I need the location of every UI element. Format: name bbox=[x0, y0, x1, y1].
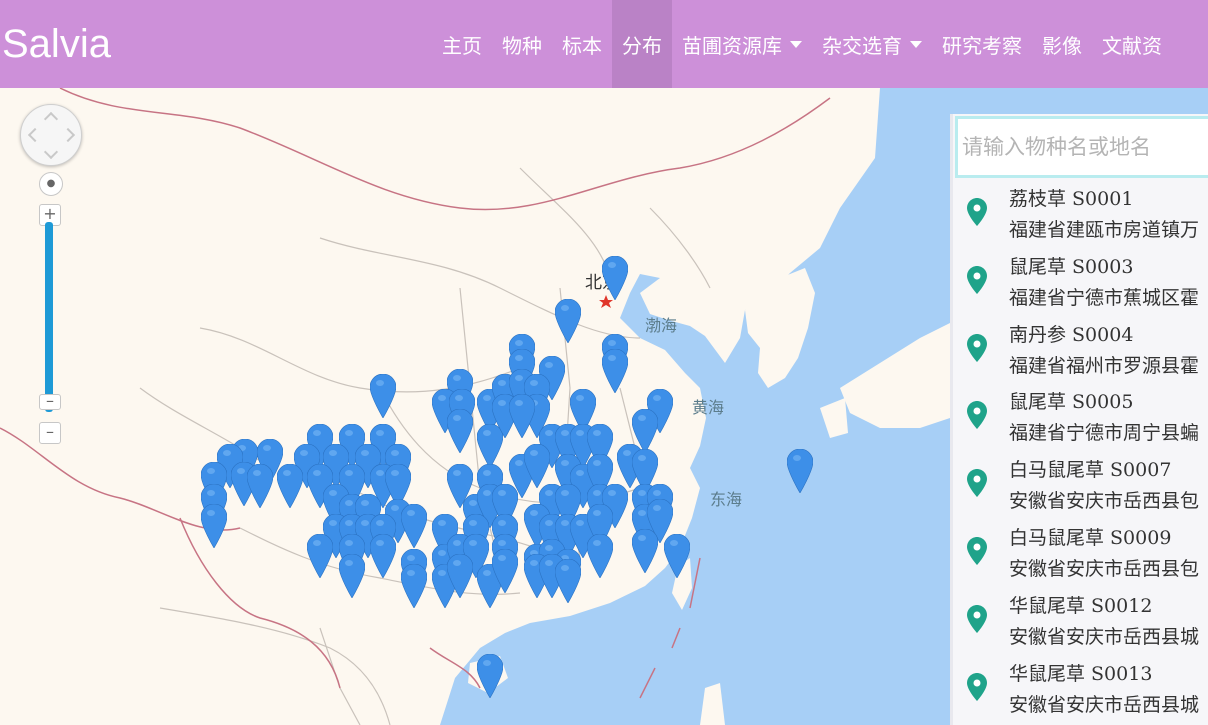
list-item[interactable]: 白马鼠尾草 S0007 安徽省安庆市岳西县包 bbox=[953, 451, 1208, 519]
species-location: 安徽省安庆市岳西县城 bbox=[1009, 625, 1200, 648]
location-marker-icon bbox=[967, 401, 987, 430]
chevron-down-icon bbox=[910, 40, 922, 48]
nav-item-distribution[interactable]: 分布 bbox=[612, 0, 672, 88]
map-pin-icon[interactable] bbox=[602, 256, 628, 300]
pan-down-icon[interactable] bbox=[43, 144, 59, 160]
nav-label: 文献资 bbox=[1102, 33, 1162, 58]
brand-logo[interactable]: Salvia bbox=[2, 18, 111, 70]
nav-label: 标本 bbox=[562, 33, 602, 58]
nav-label: 分布 bbox=[622, 33, 662, 58]
nav-label: 主页 bbox=[442, 33, 482, 58]
nav-item-images[interactable]: 影像 bbox=[1032, 0, 1092, 88]
pan-up-icon[interactable] bbox=[43, 111, 59, 127]
label-donghai: 东海 bbox=[710, 490, 743, 509]
zoom-slider-handle[interactable]: – bbox=[39, 393, 61, 410]
list-item[interactable]: 鼠尾草 S0003 福建省宁德市蕉城区霍 bbox=[953, 248, 1208, 316]
location-marker-icon bbox=[967, 469, 987, 498]
species-location: 安徽省安庆市岳西县包 bbox=[1009, 490, 1200, 513]
nav-item-home[interactable]: 主页 bbox=[432, 0, 492, 88]
nav-item-specimens[interactable]: 标本 bbox=[552, 0, 612, 88]
map-pin-icon[interactable] bbox=[370, 534, 396, 578]
pan-right-icon[interactable] bbox=[60, 127, 76, 143]
list-item[interactable]: 南丹参 S0004 福建省福州市罗源县霍 bbox=[953, 316, 1208, 384]
species-location: 福建省福州市罗源县霍 bbox=[1009, 354, 1200, 377]
label-huanghai: 黄海 bbox=[692, 398, 725, 417]
location-marker-icon bbox=[967, 672, 987, 701]
species-name: 白马鼠尾草 S0009 bbox=[1009, 526, 1172, 549]
zoom-out-button[interactable]: – bbox=[39, 422, 61, 444]
map-pin-icon[interactable] bbox=[307, 534, 333, 578]
map-pin-icon[interactable] bbox=[477, 654, 503, 698]
map-pin-icon[interactable] bbox=[602, 349, 628, 393]
map-pin-icon[interactable] bbox=[555, 299, 581, 343]
location-marker-icon bbox=[967, 265, 987, 294]
list-item[interactable]: 华鼠尾草 S0012 安徽省安庆市岳西县城 bbox=[953, 587, 1208, 655]
list-item[interactable]: 鼠尾草 S0005 福建省宁德市周宁县蝙 bbox=[953, 383, 1208, 451]
land-kyushu bbox=[820, 398, 848, 438]
species-name: 鼠尾草 S0005 bbox=[1009, 391, 1134, 414]
location-marker-icon bbox=[967, 198, 987, 226]
nav-item-literature[interactable]: 文献资 bbox=[1092, 0, 1172, 88]
species-location: 福建省宁德市周宁县蝙 bbox=[1009, 422, 1200, 445]
map-pin-icon[interactable] bbox=[277, 464, 303, 508]
map-pin-icon[interactable] bbox=[247, 464, 273, 508]
species-name: 鼠尾草 S0003 bbox=[1009, 255, 1134, 278]
nav-label: 苗圃资源库 bbox=[682, 33, 782, 58]
nav-label: 物种 bbox=[502, 33, 542, 58]
map-pin-icon[interactable] bbox=[492, 549, 518, 593]
zoom-slider[interactable] bbox=[45, 222, 53, 412]
species-name: 华鼠尾草 S0012 bbox=[1009, 594, 1153, 617]
map-pin-icon[interactable] bbox=[787, 449, 813, 493]
map-pin-icon[interactable] bbox=[401, 564, 427, 608]
nav-label: 杂交选育 bbox=[822, 33, 902, 58]
map-pin-icon[interactable] bbox=[447, 554, 473, 598]
list-item[interactable]: 白马鼠尾草 S0009 安徽省安庆市岳西县包 bbox=[953, 519, 1208, 587]
map-pin-icon[interactable] bbox=[339, 554, 365, 598]
top-navbar: Salvia 主页 物种 标本 分布 苗圃资源库 杂交选育 研究考察 影像 文献… bbox=[0, 0, 1208, 88]
zoom-reset-icon[interactable]: ● bbox=[39, 172, 63, 196]
location-marker-icon bbox=[967, 536, 987, 565]
species-location: 福建省建瓯市房道镇万 bbox=[1009, 219, 1200, 241]
map-pin-icon[interactable] bbox=[632, 529, 658, 573]
label-bohai: 渤海 bbox=[645, 316, 678, 335]
nav-item-research[interactable]: 研究考察 bbox=[932, 0, 1032, 88]
list-item[interactable]: 华鼠尾草 S0013 安徽省安庆市岳西县城 bbox=[953, 655, 1208, 723]
search-input[interactable] bbox=[955, 116, 1208, 178]
species-location: 安徽省安庆市岳西县城 bbox=[1009, 693, 1200, 716]
pan-control[interactable] bbox=[20, 104, 82, 166]
chevron-down-icon bbox=[790, 40, 802, 48]
nav-item-species[interactable]: 物种 bbox=[492, 0, 552, 88]
map-pin-icon[interactable] bbox=[201, 504, 227, 548]
species-name: 白马鼠尾草 S0007 bbox=[1009, 459, 1172, 482]
location-marker-icon bbox=[967, 333, 987, 362]
map-pin-icon[interactable] bbox=[370, 374, 396, 418]
map-pin-icon[interactable] bbox=[555, 559, 581, 603]
species-side-panel: 荔枝草 S0001 福建省建瓯市房道镇万 鼠尾草 S0003 福建省宁德市蕉城区… bbox=[950, 114, 1208, 725]
nav-item-nursery[interactable]: 苗圃资源库 bbox=[672, 0, 812, 88]
land-japan bbox=[840, 323, 950, 428]
nav-item-breeding[interactable]: 杂交选育 bbox=[812, 0, 932, 88]
map-pin-icon[interactable] bbox=[401, 504, 427, 548]
specimen-list: 荔枝草 S0001 福建省建瓯市房道镇万 鼠尾草 S0003 福建省宁德市蕉城区… bbox=[953, 180, 1208, 722]
map-pin-icon[interactable] bbox=[447, 409, 473, 453]
map-pin-icon[interactable] bbox=[587, 534, 613, 578]
map-pin-icon[interactable] bbox=[509, 394, 535, 438]
list-item[interactable]: 荔枝草 S0001 福建省建瓯市房道镇万 bbox=[953, 180, 1208, 248]
pan-left-icon[interactable] bbox=[27, 127, 43, 143]
species-location: 福建省宁德市蕉城区霍 bbox=[1009, 286, 1200, 309]
land-luzon bbox=[700, 683, 725, 725]
nav-label: 影像 bbox=[1042, 33, 1082, 58]
map-pin-icon[interactable] bbox=[524, 444, 550, 488]
species-name: 荔枝草 S0001 bbox=[1009, 188, 1134, 210]
species-location: 安徽省安庆市岳西县包 bbox=[1009, 557, 1200, 580]
location-marker-icon bbox=[967, 604, 987, 633]
nav-menu: 主页 物种 标本 分布 苗圃资源库 杂交选育 研究考察 影像 文献资 bbox=[432, 0, 1172, 88]
species-name: 华鼠尾草 S0013 bbox=[1009, 662, 1153, 685]
species-name: 南丹参 S0004 bbox=[1009, 323, 1134, 346]
map-pin-icon[interactable] bbox=[664, 534, 690, 578]
nav-label: 研究考察 bbox=[942, 33, 1022, 58]
